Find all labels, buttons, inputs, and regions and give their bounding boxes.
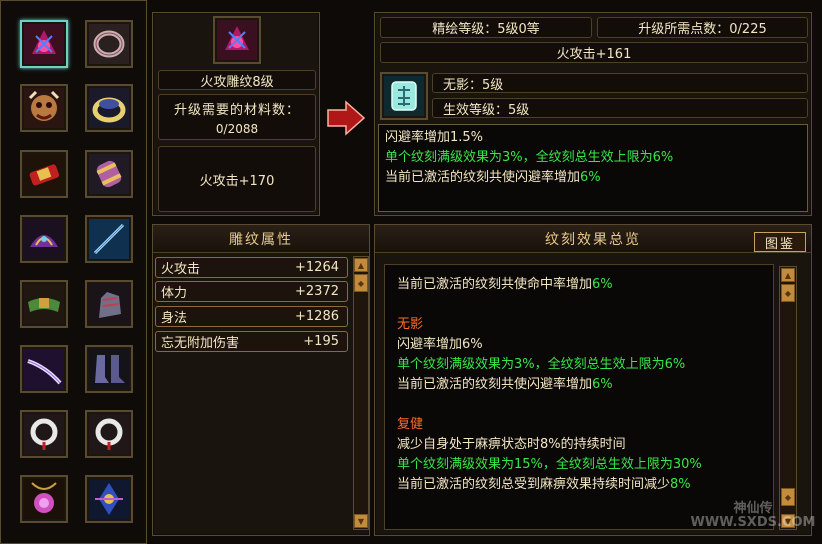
fire-engrave-icon <box>217 20 257 60</box>
summary-line-text: 当前已激活的纹刻共使闪避率增加 <box>397 377 593 392</box>
upgrade-arrow-icon <box>327 100 366 136</box>
points-needed: 升级所需点数：0/225 <box>597 17 808 38</box>
attr-name: 身法 <box>161 311 188 326</box>
gauntlet-icon <box>89 284 129 324</box>
blue-ornament-icon <box>89 479 129 519</box>
desc-line-3-text: 当前已激活的纹刻共使闪避率增加 <box>385 170 581 185</box>
blue-sword-icon <box>89 219 129 259</box>
green-belt-icon <box>24 284 64 324</box>
equip-slot-blue-sword[interactable] <box>85 215 133 263</box>
summary-line: 当前已激活的纹刻共使闪避率增加6% <box>397 375 773 395</box>
desc-line-3-value: 6% <box>580 170 601 185</box>
equip-slot-blue-ornament[interactable] <box>85 475 133 523</box>
attr-row: 身法 +1286 <box>155 306 348 327</box>
next-attr: 火攻击+161 <box>380 42 808 63</box>
equip-slot-jade-pendant-2[interactable] <box>85 410 133 458</box>
material-box: 升级需要的材料数： 0/2088 <box>158 94 316 140</box>
equip-slot-cuff[interactable] <box>85 150 133 198</box>
cuff-icon <box>89 154 129 194</box>
rune-icon-slot <box>380 72 428 120</box>
summary-line-value: 8% <box>670 477 691 492</box>
equip-slot-purple-blade[interactable] <box>20 345 68 393</box>
engrave-name: 火攻雕纹8级 <box>158 70 316 90</box>
summary-line-value: 6% <box>592 377 613 392</box>
desc-line-2: 单个纹刻满级效果为3%，全纹刻总生效上限为6% <box>385 150 674 165</box>
equip-slot-demon-mask[interactable] <box>20 84 68 132</box>
material-label: 升级需要的材料数： <box>173 102 300 118</box>
current-attr: 火攻击+170 <box>199 173 275 189</box>
attributes-title: 雕纹属性 <box>153 225 369 253</box>
watermark-logo: 神仙传 WWW.SXDS.COM <box>690 501 816 530</box>
belt-scroll-icon <box>24 154 64 194</box>
demon-mask-icon <box>24 88 64 128</box>
effect-level-box: 生效等级：5级 <box>432 98 808 118</box>
boots-icon <box>89 349 129 389</box>
attr-name: 忘无附加伤害 <box>161 336 240 351</box>
summary-scroll-thumb[interactable]: ◆ <box>781 284 795 302</box>
summary-line: 单个纹刻满级效果为3%，全纹刻总生效上限为6% <box>397 357 686 372</box>
equip-slot-purple-helm[interactable] <box>20 215 68 263</box>
equip-slot-jade-pendant-1[interactable] <box>20 410 68 458</box>
fire-engrave-icon <box>24 24 64 64</box>
equip-slot-belt-scroll[interactable] <box>20 150 68 198</box>
summary-line-text: 当前已激活的纹刻总受到麻痹效果持续时间减少 <box>397 477 671 492</box>
summary-line: 减少自身处于麻痹状态时8%的持续时间 <box>397 437 626 452</box>
scroll-thumb[interactable]: ◆ <box>354 274 368 292</box>
equip-slot-ring[interactable] <box>85 20 133 68</box>
ring-icon <box>89 24 129 64</box>
summary-title: 纹刻效果总览 <box>545 231 641 248</box>
purple-blade-icon <box>24 349 64 389</box>
rune-name-box: 无影：5级 <box>432 73 808 93</box>
material-value: 0/2088 <box>215 121 259 136</box>
section-title-fujian: 复健 <box>397 417 424 432</box>
jade-pendant-icon <box>24 414 64 454</box>
engrave-icon-slot <box>213 16 261 64</box>
summary-line: 当前已激活的纹刻总受到麻痹效果持续时间减少8% <box>397 475 773 495</box>
equip-slot-fire-engrave[interactable] <box>20 20 68 68</box>
equipment-column <box>0 0 147 544</box>
attr-row: 体力 +2372 <box>155 281 348 302</box>
rune-name: 无影：5级 <box>443 77 504 93</box>
scroll-down-button[interactable]: ▼ <box>354 514 368 528</box>
summary-line: 单个纹刻满级效果为15%，全纹刻总生效上限为30% <box>397 457 702 472</box>
bracelet-icon <box>89 88 129 128</box>
scroll-up-button[interactable]: ▲ <box>354 258 368 272</box>
jade-rune-icon <box>384 76 424 116</box>
equip-slot-gauntlet[interactable] <box>85 280 133 328</box>
amulet-icon <box>24 479 64 519</box>
refine-level: 精绘等级：5级0等 <box>380 17 592 38</box>
equip-slot-green-belt[interactable] <box>20 280 68 328</box>
attr-value: +1264 <box>295 260 339 275</box>
attributes-scrollbar[interactable] <box>353 256 369 530</box>
attr-row: 忘无附加伤害 +195 <box>155 331 348 352</box>
jade-pendant-icon <box>89 414 129 454</box>
summary-content: 当前已激活的纹刻共使命中率增加6% 无影 闪避率增加6% 单个纹刻满级效果为3%… <box>384 264 774 530</box>
equip-slot-boots[interactable] <box>85 345 133 393</box>
guide-button[interactable]: 图鉴 <box>754 232 806 252</box>
summary-line-text: 当前已激活的纹刻共使命中率增加 <box>397 277 593 292</box>
current-attr-box: 火攻击+170 <box>158 146 316 212</box>
summary-header: 纹刻效果总览 <box>375 225 811 253</box>
attr-value: +2372 <box>295 284 339 299</box>
summary-line-value: 6% <box>592 277 613 292</box>
summary-line: 闪避率增加6% <box>397 337 483 352</box>
purple-helm-icon <box>24 219 64 259</box>
desc-line-3: 当前已激活的纹刻共使闪避率增加6% <box>385 168 801 188</box>
equip-slot-bracelet[interactable] <box>85 84 133 132</box>
attr-value: +195 <box>303 334 339 349</box>
upgrade-desc-box: 闪避率增加1.5% 单个纹刻满级效果为3%，全纹刻总生效上限为6% 当前已激活的… <box>378 124 808 212</box>
desc-line-1: 闪避率增加1.5% <box>385 130 484 145</box>
effect-level: 生效等级：5级 <box>443 102 530 118</box>
attr-value: +1286 <box>295 309 339 324</box>
attr-name: 火攻击 <box>161 262 201 277</box>
summary-line: 当前已激活的纹刻共使命中率增加6% <box>397 275 773 295</box>
equip-slot-amulet[interactable] <box>20 475 68 523</box>
attr-row: 火攻击 +1264 <box>155 257 348 278</box>
summary-scroll-up-button[interactable]: ▲ <box>781 268 795 282</box>
attr-name: 体力 <box>161 286 188 301</box>
section-title-wuying: 无影 <box>397 317 424 332</box>
